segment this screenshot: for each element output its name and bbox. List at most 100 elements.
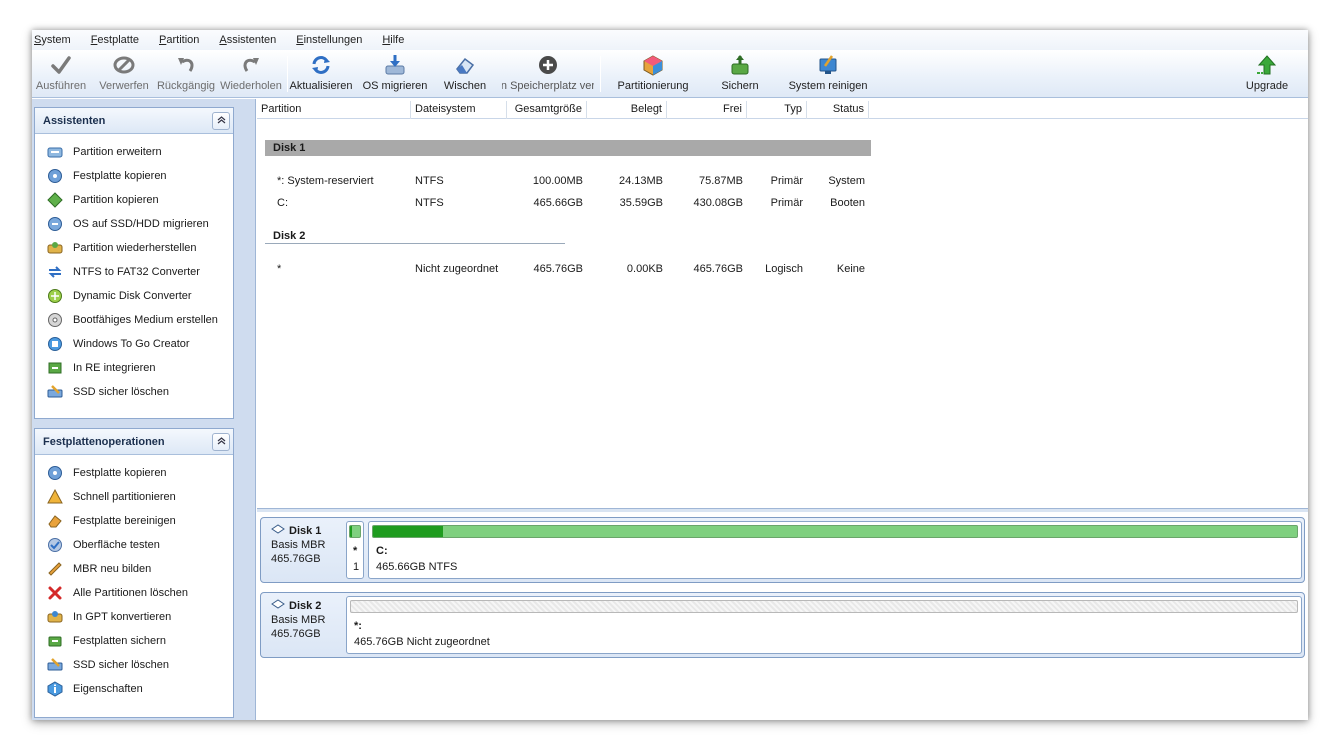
column-partition-label: Partition: [261, 103, 302, 115]
migrate-os-icon: [383, 53, 407, 77]
disk-operations-panel-header[interactable]: Festplattenoperationen: [35, 429, 233, 455]
wizard-integrate-re[interactable]: In RE integrieren: [35, 356, 233, 380]
op-quick-partition[interactable]: Schnell partitionieren: [35, 485, 233, 509]
recover-partition-icon: [47, 240, 63, 256]
op-label: Festplatte kopieren: [73, 467, 167, 479]
wizard-label: In RE integrieren: [73, 362, 156, 374]
backup-disk-icon: [47, 633, 63, 649]
undo-button[interactable]: Rückgängig: [156, 52, 216, 96]
column-total[interactable]: Gesamtgröße: [507, 101, 587, 119]
op-label: In GPT konvertieren: [73, 611, 172, 623]
refresh-button[interactable]: Aktualisieren: [288, 52, 354, 96]
op-rebuild-mbr[interactable]: MBR neu bilden: [35, 557, 233, 581]
menu-festplatte-label: estplatte: [97, 34, 140, 46]
table-row[interactable]: C: NTFS 465.66GB 35.59GB 430.08GB Primär…: [257, 195, 869, 211]
table-row[interactable]: *: System-reserviert NTFS 100.00MB 24.13…: [257, 173, 869, 189]
wizard-copy-partition[interactable]: Partition kopieren: [35, 188, 233, 212]
op-convert-gpt[interactable]: In GPT konvertieren: [35, 605, 233, 629]
wizards-panel-header[interactable]: Assistenten: [35, 108, 233, 134]
menu-assistenten-mnemonic: A: [219, 34, 227, 46]
disk-icon: [271, 524, 285, 538]
wizard-label: Dynamic Disk Converter: [73, 290, 192, 302]
collapse-button[interactable]: [212, 112, 230, 130]
column-type[interactable]: Typ: [747, 101, 807, 119]
disk1-info: Disk 1 Basis MBR 465.76GB: [263, 520, 343, 566]
system-cleanup-button[interactable]: System reinigen: [788, 52, 868, 96]
menu-assistenten[interactable]: Assistenten: [219, 34, 276, 46]
menu-festplatte[interactable]: Festplatte: [91, 34, 139, 46]
ssd-erase-icon: [47, 384, 63, 400]
column-free[interactable]: Frei: [667, 101, 747, 119]
unallocated-desc: 465.76GB Nicht zugeordnet: [354, 636, 490, 648]
discard-button[interactable]: Verwerfen: [96, 52, 152, 96]
refresh-icon: [309, 53, 333, 77]
op-backup-disks[interactable]: Festplatten sichern: [35, 629, 233, 653]
disk1-group-label: Disk 1: [273, 142, 306, 154]
disk1-reserved-partition[interactable]: * 1: [346, 521, 364, 579]
unallocated-label: *:: [354, 620, 362, 632]
collapse-button[interactable]: [212, 433, 230, 451]
menu-einstellungen[interactable]: Einstellungen: [296, 34, 362, 46]
disk-map: Disk 1 Basis MBR 465.76GB * 1 C: 465.66G…: [257, 512, 1308, 720]
disk1-card[interactable]: Disk 1 Basis MBR 465.76GB * 1 C: 465.66G…: [260, 517, 1305, 583]
menu-partition[interactable]: Partition: [159, 34, 199, 46]
c-usage-fill: [373, 526, 444, 537]
upgrade-button[interactable]: Upgrade: [1240, 52, 1294, 96]
redo-label: Wiederholen: [220, 80, 282, 92]
disk1-c-partition[interactable]: C: 465.66GB NTFS: [368, 521, 1302, 579]
disk2-group-header[interactable]: Disk 2: [265, 228, 565, 244]
cell-partition: *: System-reserviert: [277, 175, 374, 187]
partitioning-button[interactable]: Partitionierung: [614, 52, 692, 96]
op-label: Schnell partitionieren: [73, 491, 176, 503]
wizard-ntfs-fat32[interactable]: NTFS to FAT32 Converter: [35, 260, 233, 284]
table-row[interactable]: * Nicht zugeordnet 465.76GB 0.00KB 465.7…: [257, 261, 869, 277]
disk-operations-panel: Festplattenoperationen Festplatte kopier…: [34, 428, 234, 718]
wizard-ssd-secure-erase[interactable]: SSD sicher löschen: [35, 380, 233, 404]
free-space-label: n Speicherplatz ver: [502, 80, 594, 92]
op-delete-all-partitions[interactable]: Alle Partitionen löschen: [35, 581, 233, 605]
op-ssd-secure-erase[interactable]: SSD sicher löschen: [35, 653, 233, 677]
disk2-unallocated-partition[interactable]: *: 465.76GB Nicht zugeordnet: [346, 596, 1302, 654]
migrate-os-button[interactable]: OS migrieren: [362, 52, 428, 96]
apply-button[interactable]: Ausführen: [34, 52, 88, 96]
cell-used: 35.59GB: [619, 197, 663, 209]
cell-type: Primär: [770, 175, 803, 187]
op-copy-disk[interactable]: Festplatte kopieren: [35, 461, 233, 485]
cell-partition: C:: [277, 197, 288, 209]
menu-hilfe[interactable]: Hilfe: [382, 34, 404, 46]
column-partition[interactable]: Partition: [257, 101, 411, 119]
op-surface-test[interactable]: Oberfläche testen: [35, 533, 233, 557]
menu-system[interactable]: System: [34, 34, 71, 46]
cell-total: 465.76GB: [533, 263, 583, 275]
wizard-copy-disk[interactable]: Festplatte kopieren: [35, 164, 233, 188]
partitioning-icon: [641, 53, 665, 77]
op-properties[interactable]: Eigenschaften: [35, 677, 233, 701]
redo-button[interactable]: Wiederholen: [220, 52, 282, 96]
free-space-button[interactable]: n Speicherplatz ver: [502, 52, 594, 96]
unallocated-bar: [350, 600, 1298, 613]
upgrade-arrow-icon: [1255, 53, 1279, 77]
op-wipe-disk[interactable]: Festplatte bereinigen: [35, 509, 233, 533]
upgrade-label: Upgrade: [1245, 80, 1289, 92]
wizard-extend-partition[interactable]: Partition erweitern: [35, 140, 233, 164]
wizard-migrate-os[interactable]: OS auf SSD/HDD migrieren: [35, 212, 233, 236]
reserved-usage-fill: [350, 526, 353, 537]
wizard-dynamic-disk[interactable]: Dynamic Disk Converter: [35, 284, 233, 308]
disk2-name: Disk 2: [289, 600, 322, 612]
wizard-bootable-media[interactable]: Bootfähiges Medium erstellen: [35, 308, 233, 332]
wizard-windows-to-go[interactable]: Windows To Go Creator: [35, 332, 233, 356]
apply-label: Ausführen: [35, 80, 87, 92]
disk2-card[interactable]: Disk 2 Basis MBR 465.76GB *: 465.76GB Ni…: [260, 592, 1305, 658]
column-filesystem[interactable]: Dateisystem: [411, 101, 507, 119]
column-used[interactable]: Belegt: [587, 101, 667, 119]
disk1-group-header[interactable]: Disk 1: [265, 140, 871, 156]
app-window: System Festplatte Partition Assistenten …: [32, 30, 1308, 720]
menu-system-label: ystem: [41, 34, 71, 46]
wizard-recover-partition[interactable]: Partition wiederherstellen: [35, 236, 233, 260]
wizard-label: Bootfähiges Medium erstellen: [73, 314, 218, 326]
column-status[interactable]: Status: [807, 101, 869, 119]
wipe-button[interactable]: Wischen: [440, 52, 490, 96]
extend-partition-icon: [47, 144, 63, 160]
backup-button[interactable]: Sichern: [712, 52, 768, 96]
eraser-icon: [453, 53, 477, 77]
